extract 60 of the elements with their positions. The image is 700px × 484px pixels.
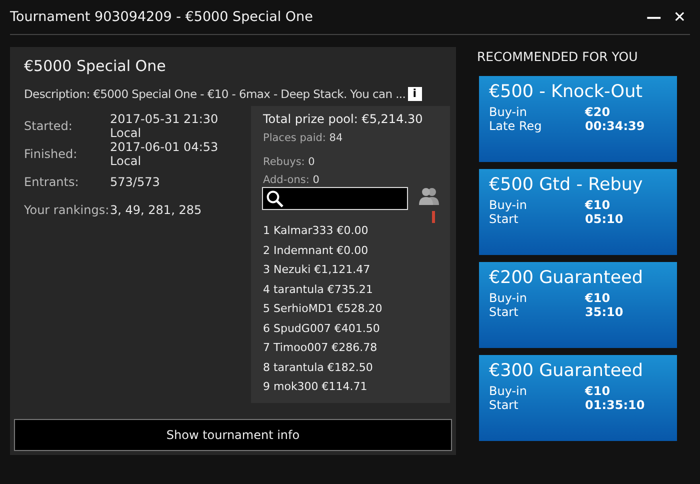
rebuys-label: Rebuys: <box>263 156 305 168</box>
card-label: Late Reg <box>489 119 543 133</box>
field-label: Entrants: <box>24 175 80 189</box>
result-row-text: 4 tarantula €735.21 <box>263 282 374 298</box>
window-title: Tournament 903094209 - €5000 Special One <box>10 9 313 25</box>
prize-pool-text: Total prize pool: €5,214.30 <box>263 112 424 126</box>
card-value: 35:10 <box>585 305 624 319</box>
card-label: Start <box>489 398 520 412</box>
result-row-text: 9 mok300 €114.71 <box>263 379 368 395</box>
tournament-card[interactable]: €500 - Knock-Out Buy-in €20 Late Reg 00:34:39 <box>479 76 677 162</box>
result-row-text: 2 Indemnant €0.00 <box>263 242 370 258</box>
card-title: €500 - Knock-Out <box>489 82 644 102</box>
places-paid-label: Places paid: <box>263 132 326 144</box>
close-button[interactable]: ✕ <box>669 8 690 26</box>
recommended-heading: RECOMMENDED FOR YOU <box>477 49 639 64</box>
card-value: €10 <box>585 198 610 212</box>
field-value: 573/573 <box>110 175 160 189</box>
card-value: 05:10 <box>585 212 624 226</box>
card-label: Buy-in <box>489 291 528 305</box>
result-row-text: 1 Kalmar333 €0.00 <box>263 223 370 239</box>
search-field[interactable] <box>262 187 408 210</box>
tournament-card[interactable]: €200 Guaranteed Buy-in €10 Start 35:10 <box>479 262 677 348</box>
tournament-card[interactable]: €300 Guaranteed Buy-in €10 Start 01:35:10 <box>479 355 677 441</box>
result-row-text: 7 Timoo007 €286.78 <box>263 340 378 356</box>
result-row-text: 5 SerhioMD1 €528.20 <box>263 301 384 317</box>
addons-label: Add-ons: <box>263 174 310 186</box>
card-label: Start <box>489 305 520 319</box>
players-icon[interactable] <box>418 187 440 205</box>
tournament-name: €5000 Special One <box>24 57 167 75</box>
scroll-indicator <box>432 211 434 223</box>
card-title: €200 Guaranteed <box>489 268 644 288</box>
tournament-card[interactable]: €500 Gtd - Rebuy Buy-in €10 Start 05:10 <box>479 169 677 255</box>
field-value: 3, 49, 281, 285 <box>110 203 202 217</box>
card-value: 01:35:10 <box>585 398 645 412</box>
card-title: €300 Guaranteed <box>489 361 644 381</box>
card-value: €20 <box>585 105 610 119</box>
card-label: Buy-in <box>489 384 528 398</box>
field-value: 2017-06-01 04:53 Local <box>110 140 218 168</box>
info-button[interactable]: i <box>408 87 422 101</box>
result-row-text: 3 Nezuki €1,121.47 <box>263 262 372 278</box>
field-label: Started: <box>24 119 74 133</box>
show-info-button[interactable]: Show tournament info <box>14 419 452 451</box>
card-title: €500 Gtd - Rebuy <box>489 175 644 195</box>
places-paid-value: 84 <box>329 132 343 144</box>
field-value: 2017-05-31 21:30 Local <box>110 112 218 140</box>
result-row-text: 8 tarantula €182.50 <box>263 360 374 376</box>
result-row-text: 6 SpudG007 €401.50 <box>263 320 381 336</box>
card-value: €10 <box>585 291 610 305</box>
card-label: Buy-in <box>489 105 528 119</box>
addons-value: 0 <box>312 174 320 186</box>
minimize-button[interactable]: — <box>642 8 666 26</box>
card-value: €10 <box>585 384 610 398</box>
card-label: Start <box>489 212 520 226</box>
card-label: Buy-in <box>489 198 528 212</box>
description-text: Description: €5000 Special One - €10 - 6max - Deep Stack. You can ... <box>24 87 406 101</box>
card-value: 00:34:39 <box>585 119 645 133</box>
field-label: Your rankings: <box>24 203 110 217</box>
field-label: Finished: <box>24 147 78 161</box>
search-icon <box>266 190 284 208</box>
rebuys-value: 0 <box>308 156 315 168</box>
